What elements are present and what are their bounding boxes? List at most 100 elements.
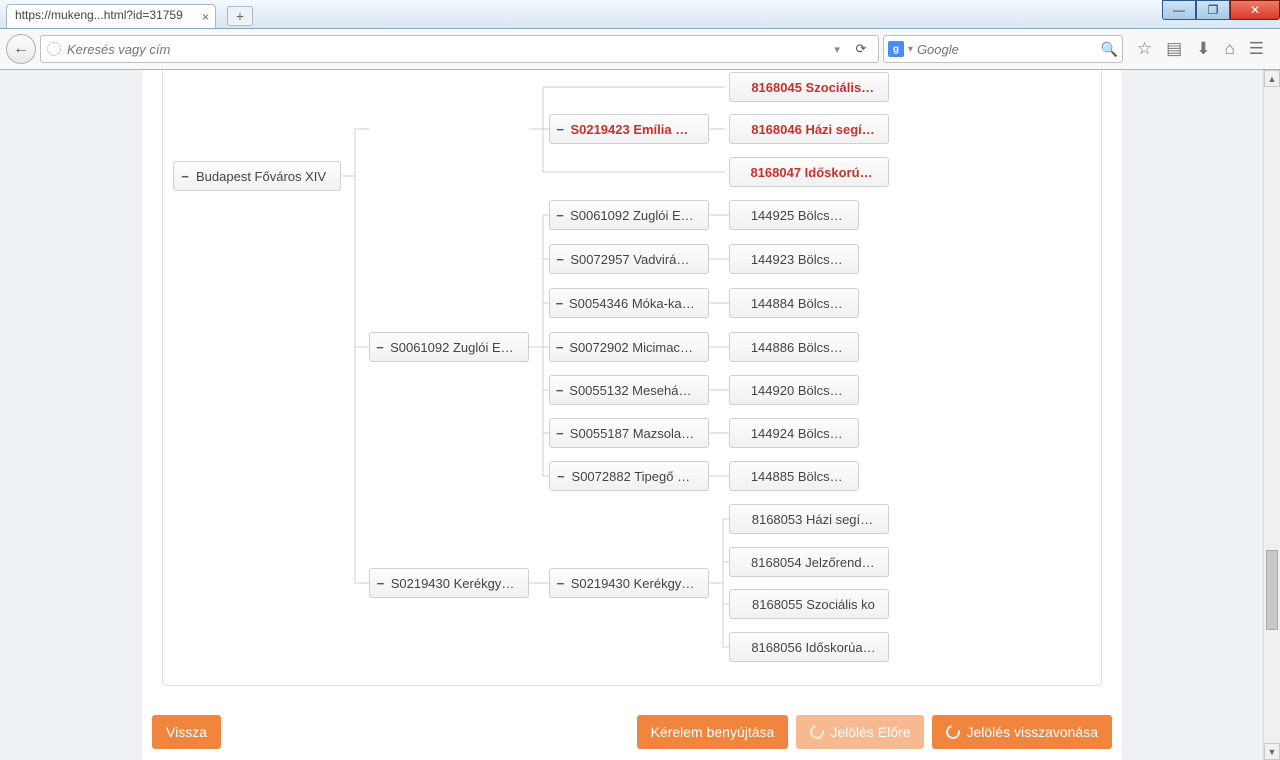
browser-toolbar: ← ▾ ⟳ g ▾ 🔍 ☆ ▤ ⬇ ⌂ ☰ [0,29,1280,70]
scroll-up-icon[interactable]: ▲ [1264,70,1280,87]
collapse-icon[interactable]: − [370,576,391,591]
tree-node[interactable]: −S0055187 Mazsola Bölc [549,418,709,448]
node-label: 8168056 Időskorúak n [751,640,888,655]
tree-leaf[interactable]: 8168053 Házi segítsé [729,504,889,534]
button-label: Jelölés visszavonása [966,724,1098,740]
tree-leaf[interactable]: 144885 Bölcsőde [729,461,859,491]
collapse-icon[interactable]: − [550,122,570,137]
node-label: S0054346 Móka-kacagás [569,296,708,311]
browser-tab[interactable]: https://mukeng...html?id=31759 × [6,4,216,28]
window-close-button[interactable]: ✕ [1230,0,1280,20]
tree-area: − Budapest Főváros XIV − S0219423 Emília… [171,70,1093,685]
back-button[interactable]: Vissza [152,715,221,749]
reading-list-icon[interactable]: ▤ [1166,39,1182,59]
tab-title: https://mukeng...html?id=31759 [15,8,183,22]
scroll-down-icon[interactable]: ▼ [1264,743,1280,760]
node-label: 8168046 Házi segítsé [751,122,888,137]
window-minimize-button[interactable]: — [1162,0,1196,20]
tree-leaf[interactable]: 8168056 Időskorúak n [729,632,889,662]
refresh-icon [944,722,963,741]
tree-node-emilia[interactable]: − S0219423 Emília utcai [549,114,709,144]
node-label: S0072957 Vadvirág Böl [570,252,708,267]
tree-node[interactable]: −S0061092 Zuglói Egyes [549,200,709,230]
collapse-icon[interactable]: − [550,252,570,267]
collapse-icon[interactable]: − [550,340,569,355]
collapse-icon[interactable]: − [550,208,570,223]
collapse-icon[interactable]: − [550,576,571,591]
node-label: 144924 Bölcsőde [751,426,858,441]
scroll-thumb[interactable] [1266,550,1278,630]
url-input[interactable] [67,42,824,57]
node-label: S0219430 Kerékgyártó [571,576,708,591]
mark-forward-button[interactable]: Jelölés Előre [796,715,924,749]
node-label: 8168054 Jelzőrendsze [751,555,888,570]
home-icon[interactable]: ⌂ [1224,39,1234,59]
tree-node[interactable]: −S0072902 Micimackó Ku [549,332,709,362]
submit-request-button[interactable]: Kérelem benyújtása [637,715,789,749]
node-label: 144923 Bölcsőde [751,252,858,267]
tree-node[interactable]: −S0055132 Meseház Bölc [549,375,709,405]
collapse-icon[interactable]: − [550,469,572,484]
window-titlebar: https://mukeng...html?id=31759 × + — ❐ ✕ [0,0,1280,29]
node-label: 144920 Bölcsőde [751,383,858,398]
tree-leaf[interactable]: 144924 Bölcsőde [729,418,859,448]
search-input[interactable] [917,42,1097,57]
collapse-icon[interactable]: − [370,340,390,355]
tree-leaf[interactable]: 8168046 Házi segítsé [729,114,889,144]
tree-node-root[interactable]: − Budapest Főváros XIV [173,161,341,191]
page-content: − Budapest Főváros XIV − S0219423 Emília… [142,70,1122,760]
vertical-scrollbar[interactable]: ▲ ▼ [1263,70,1280,760]
collapse-icon[interactable]: − [550,296,569,311]
page-viewport: − Budapest Főváros XIV − S0219423 Emília… [0,70,1263,760]
downloads-icon[interactable]: ⬇ [1196,39,1210,59]
reload-icon[interactable]: ⟳ [850,41,872,57]
tree-node[interactable]: −S0072957 Vadvirág Böl [549,244,709,274]
node-label: S0061092 Zuglói Egyes [570,208,708,223]
refresh-icon [808,722,827,741]
tree-leaf[interactable]: 8168047 Időskorúak n [729,157,889,187]
node-label: S0219423 Emília utcai [570,122,708,137]
node-label: 144885 Bölcsőde [751,469,858,484]
tree-leaf[interactable]: 8168054 Jelzőrendsze [729,547,889,577]
tree-card: − Budapest Főváros XIV − S0219423 Emília… [162,70,1102,686]
node-label: 8168053 Házi segítsé [752,512,888,527]
node-label: Budapest Főváros XIV [196,169,338,184]
window-maximize-button[interactable]: ❐ [1196,0,1230,20]
revoke-mark-button[interactable]: Jelölés visszavonása [932,715,1112,749]
collapse-icon[interactable]: − [174,169,196,184]
menu-icon[interactable]: ☰ [1249,39,1264,59]
tree-leaf[interactable]: 144886 Bölcsőde [729,332,859,362]
nav-back-button[interactable]: ← [6,34,36,64]
tree-leaf[interactable]: 8168045 Szociális ko [729,72,889,102]
tree-leaf[interactable]: 8168055 Szociális ko [729,589,889,619]
node-label: 144884 Bölcsőde [751,296,858,311]
tree-node[interactable]: −S0054346 Móka-kacagás [549,288,709,318]
node-label: 8168055 Szociális ko [752,597,887,612]
google-icon: g [888,41,904,57]
tree-node-kerek[interactable]: − S0219430 Kerékgyártó [369,568,529,598]
close-tab-icon[interactable]: × [202,10,209,24]
node-label: S0072902 Micimackó Ku [569,340,708,355]
search-icon[interactable]: 🔍 [1100,41,1117,58]
new-tab-button[interactable]: + [227,6,253,26]
node-label: 144886 Bölcsőde [751,340,858,355]
tree-node[interactable]: −S0072882 Tipegő kert [549,461,709,491]
globe-icon [47,42,61,56]
tree-node-kerek2[interactable]: −S0219430 Kerékgyártó [549,568,709,598]
tree-leaf[interactable]: 144920 Bölcsőde [729,375,859,405]
url-bar[interactable]: ▾ ⟳ [40,35,879,63]
tree-leaf[interactable]: 144923 Bölcsőde [729,244,859,274]
node-label: S0055187 Mazsola Bölc [570,426,708,441]
dropdown-icon[interactable]: ▾ [830,43,844,56]
search-bar[interactable]: g ▾ 🔍 [883,35,1123,63]
tree-leaf[interactable]: 144884 Bölcsőde [729,288,859,318]
node-label: S0219430 Kerékgyártó [391,576,528,591]
collapse-icon[interactable]: − [550,426,570,441]
tree-leaf[interactable]: 144925 Bölcsőde [729,200,859,230]
bookmark-star-icon[interactable]: ☆ [1137,39,1152,59]
collapse-icon[interactable]: − [550,383,569,398]
tree-node-zugloi[interactable]: − S0061092 Zuglói Egyes [369,332,529,362]
node-label: S0072882 Tipegő kert [572,469,708,484]
footer-action-bar: Vissza Kérelem benyújtása Jelölés Előre … [142,708,1122,756]
chevron-down-icon[interactable]: ▾ [908,44,913,55]
